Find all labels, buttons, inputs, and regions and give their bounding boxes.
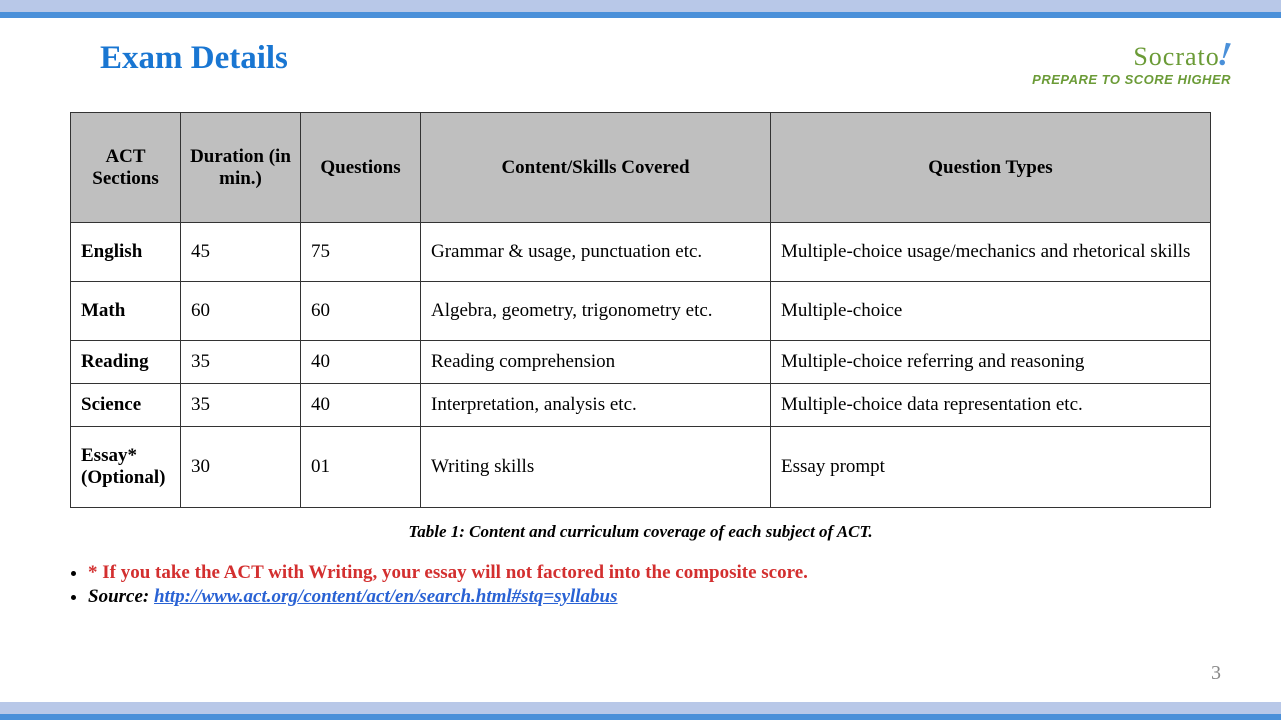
cell-types: Multiple-choice usage/mechanics and rhet…	[771, 223, 1211, 282]
table-row: Reading 35 40 Reading comprehension Mult…	[71, 341, 1211, 384]
note-source-label: Source:	[88, 586, 154, 607]
bottom-bars	[0, 702, 1281, 720]
cell-section: Reading	[71, 341, 181, 384]
bottom-bar-dark	[0, 714, 1281, 720]
cell-duration: 60	[181, 282, 301, 341]
slide-content: Exam Details Socrato! PREPARE TO SCORE H…	[0, 18, 1281, 608]
table-row: Math 60 60 Algebra, geometry, trigonomet…	[71, 282, 1211, 341]
logo: Socrato! PREPARE TO SCORE HIGHER	[1032, 36, 1231, 87]
header-row: Exam Details Socrato! PREPARE TO SCORE H…	[70, 36, 1211, 87]
th-types: Question Types	[771, 113, 1211, 223]
cell-section: English	[71, 223, 181, 282]
cell-types: Multiple-choice data representation etc.	[771, 384, 1211, 427]
table-row: Essay* (Optional) 30 01 Writing skills E…	[71, 427, 1211, 508]
th-content: Content/Skills Covered	[421, 113, 771, 223]
th-section: ACT Sections	[71, 113, 181, 223]
cell-questions: 60	[301, 282, 421, 341]
cell-questions: 01	[301, 427, 421, 508]
table-caption: Table 1: Content and curriculum coverage…	[70, 522, 1211, 542]
cell-types: Multiple-choice referring and reasoning	[771, 341, 1211, 384]
table-header-row: ACT Sections Duration (in min.) Question…	[71, 113, 1211, 223]
page-number: 3	[1211, 662, 1221, 685]
cell-content: Algebra, geometry, trigonometry etc.	[421, 282, 771, 341]
cell-types: Essay prompt	[771, 427, 1211, 508]
cell-content: Reading comprehension	[421, 341, 771, 384]
bottom-bar-light	[0, 702, 1281, 714]
note-source: Source: http://www.act.org/content/act/e…	[88, 586, 1211, 608]
logo-main: Socrato	[1133, 42, 1219, 71]
cell-content: Interpretation, analysis etc.	[421, 384, 771, 427]
cell-questions: 75	[301, 223, 421, 282]
cell-content: Grammar & usage, punctuation etc.	[421, 223, 771, 282]
top-bar-light	[0, 0, 1281, 12]
cell-section: Essay* (Optional)	[71, 427, 181, 508]
th-questions: Questions	[301, 113, 421, 223]
note-warning-text: * If you take the ACT with Writing, your…	[88, 562, 808, 583]
logo-text-row: Socrato!	[1032, 36, 1231, 74]
table-row: English 45 75 Grammar & usage, punctuati…	[71, 223, 1211, 282]
cell-section: Science	[71, 384, 181, 427]
page-title: Exam Details	[100, 40, 288, 77]
cell-questions: 40	[301, 384, 421, 427]
cell-duration: 45	[181, 223, 301, 282]
cell-section: Math	[71, 282, 181, 341]
cell-duration: 30	[181, 427, 301, 508]
cell-content: Writing skills	[421, 427, 771, 508]
note-warning: * If you take the ACT with Writing, your…	[88, 562, 1211, 584]
cell-duration: 35	[181, 384, 301, 427]
table-row: Science 35 40 Interpretation, analysis e…	[71, 384, 1211, 427]
cell-questions: 40	[301, 341, 421, 384]
exam-table: ACT Sections Duration (in min.) Question…	[70, 112, 1211, 508]
notes-list: * If you take the ACT with Writing, your…	[70, 562, 1211, 608]
logo-tagline: PREPARE TO SCORE HIGHER	[1032, 72, 1231, 87]
source-link[interactable]: http://www.act.org/content/act/en/search…	[154, 586, 618, 607]
cell-types: Multiple-choice	[771, 282, 1211, 341]
cell-duration: 35	[181, 341, 301, 384]
th-duration: Duration (in min.)	[181, 113, 301, 223]
